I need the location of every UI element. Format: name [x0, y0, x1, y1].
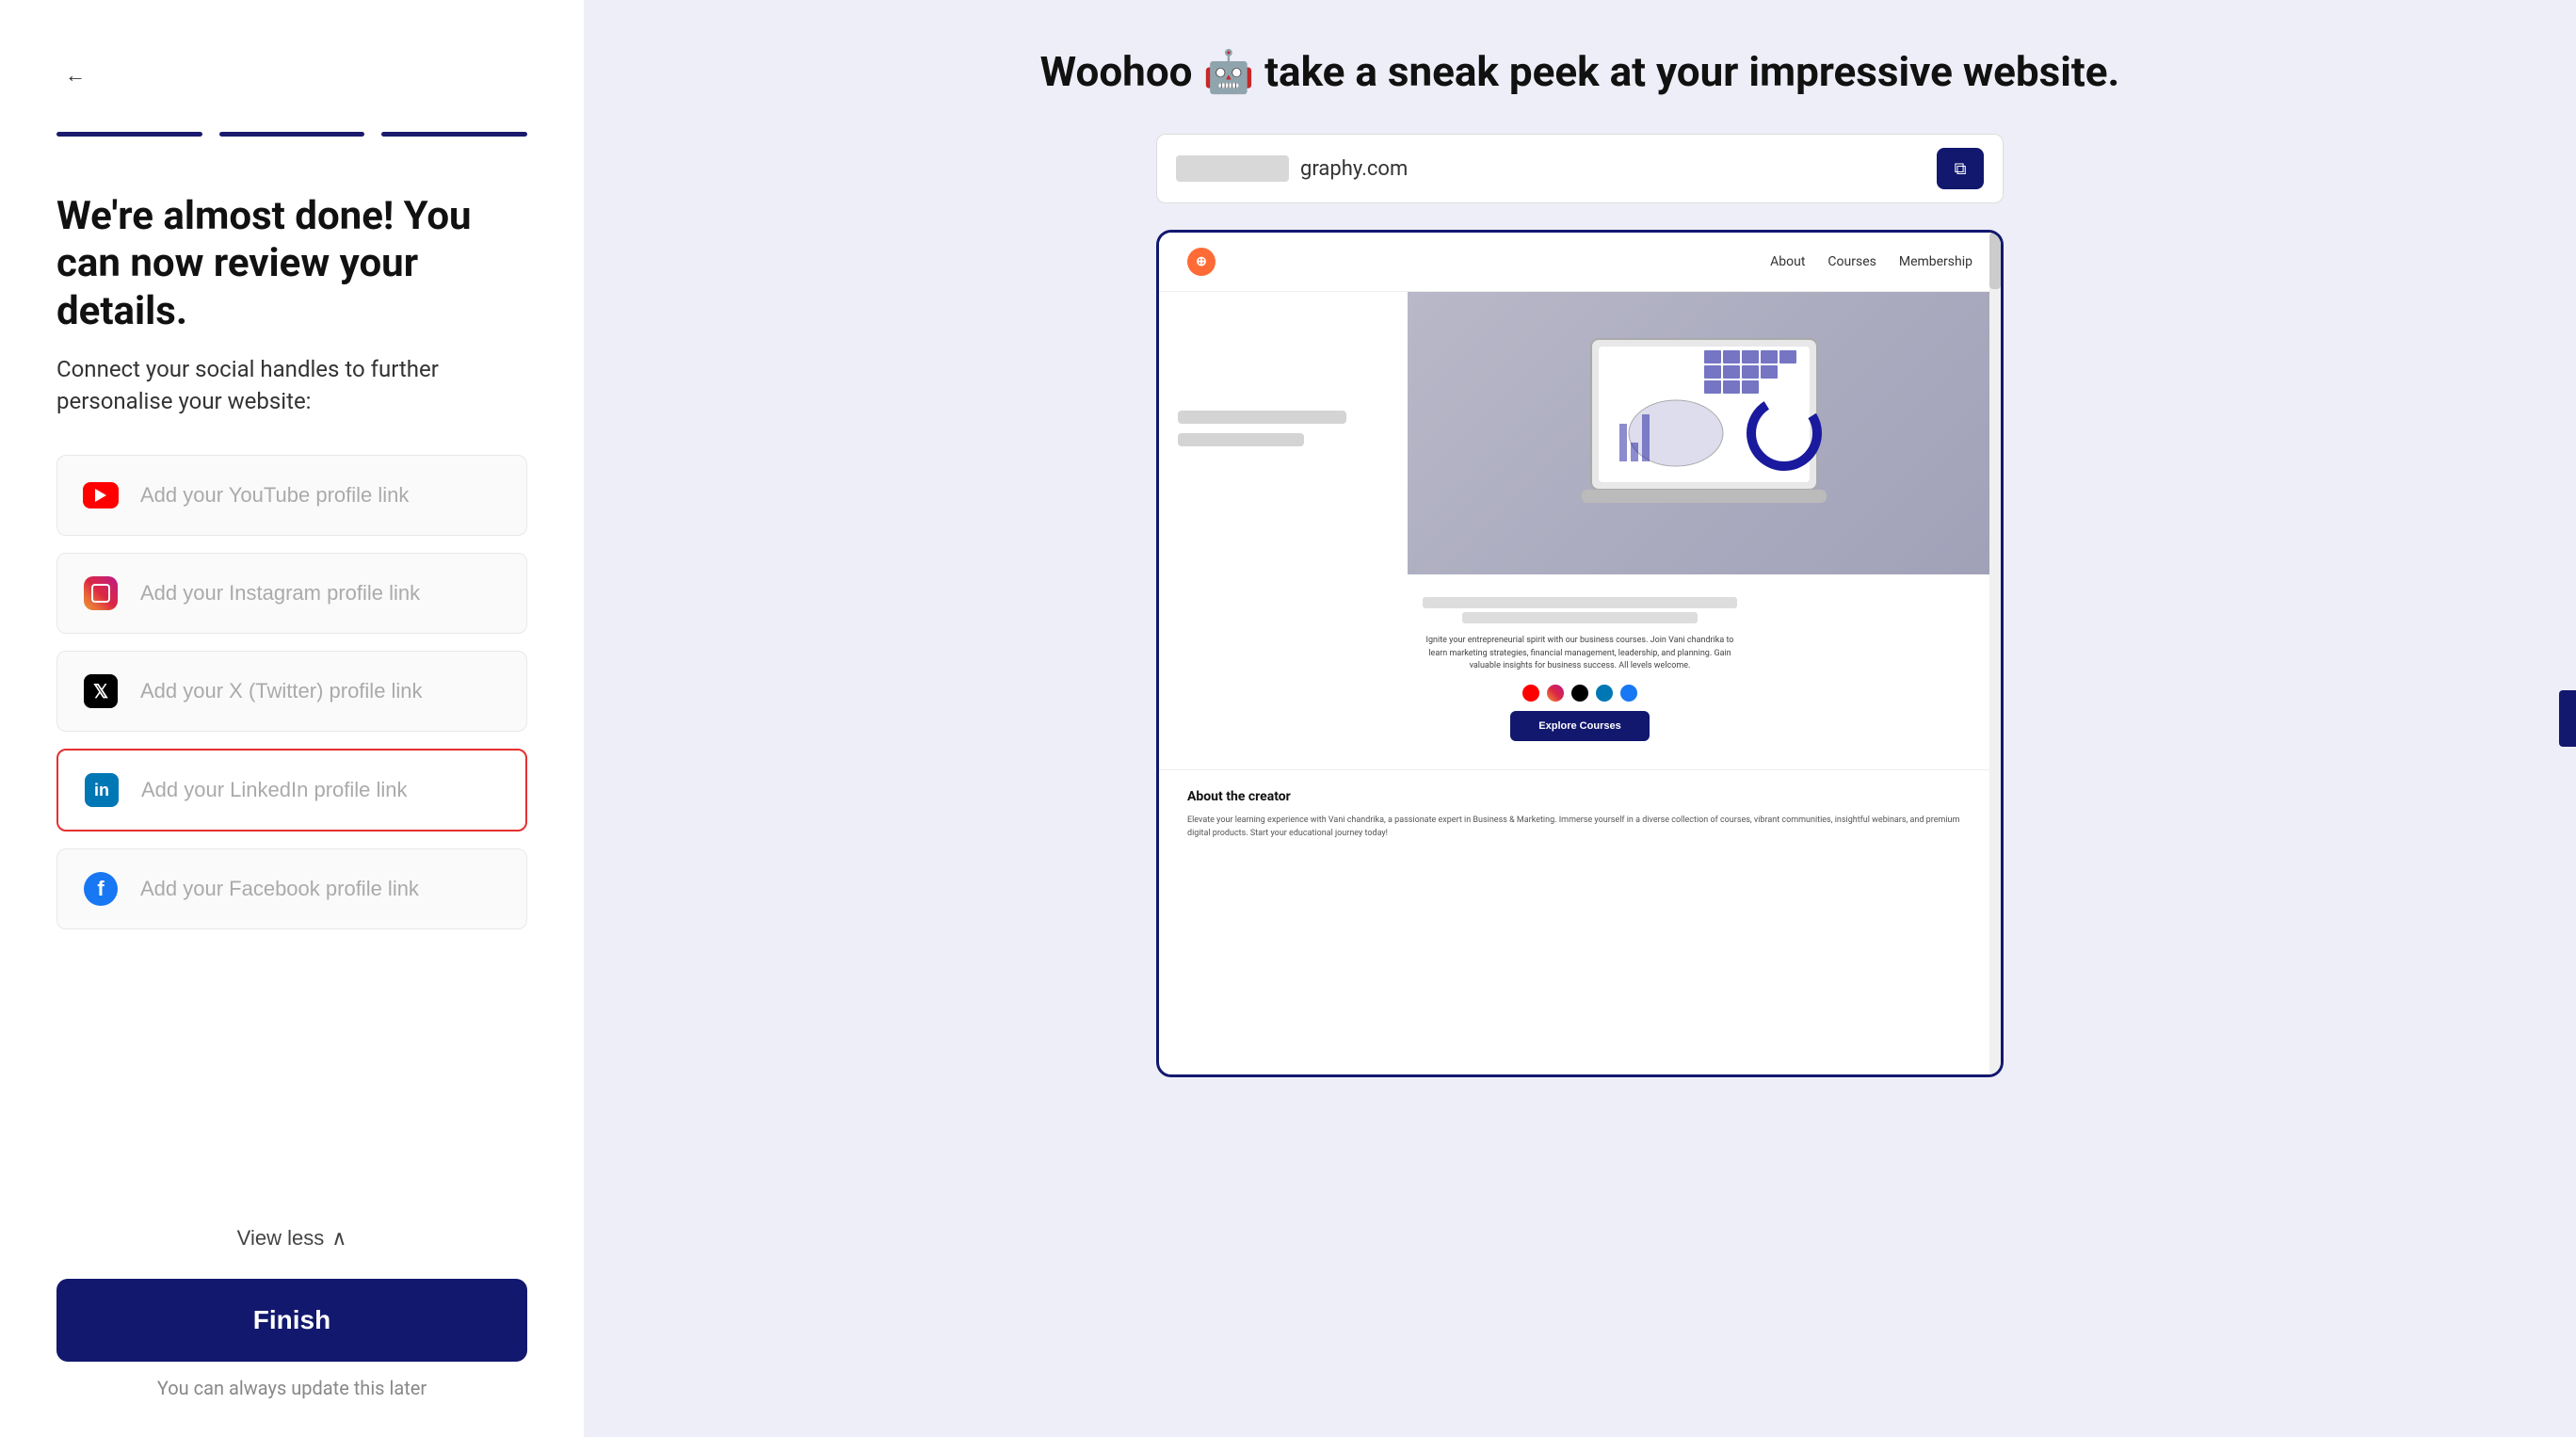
preview-about-section: About the creator Elevate your learning … [1159, 769, 2001, 860]
twitter-input[interactable] [140, 679, 502, 703]
progress-bar [56, 132, 527, 137]
preview-yt-icon [1522, 685, 1539, 702]
linkedin-icon-wrapper: in [83, 771, 121, 809]
instagram-input[interactable] [140, 581, 502, 605]
heading-suffix: take a sneak peek at your impressive web… [1264, 47, 2119, 96]
instagram-social-item[interactable] [56, 553, 527, 634]
website-preview: ⊕ About Courses Membership [1156, 230, 2004, 1077]
preview-ig-icon [1547, 685, 1564, 702]
preview-hero [1159, 292, 2001, 574]
back-button[interactable]: ← [56, 57, 94, 94]
progress-segment-1 [56, 132, 202, 137]
preview-navbar: ⊕ About Courses Membership [1159, 233, 2001, 292]
preview-nav-about: About [1770, 254, 1805, 269]
chevron-up-icon: ∧ [331, 1226, 346, 1251]
preview-explore-button[interactable]: Explore Courses [1510, 711, 1649, 741]
preview-about-text: Elevate your learning experience with Va… [1187, 814, 1972, 841]
right-edge-tab[interactable] [2559, 690, 2576, 747]
view-less-label: View less [237, 1226, 325, 1251]
finish-button[interactable]: Finish [56, 1279, 527, 1362]
laptop-illustration [1563, 330, 1845, 537]
preview-hero-text [1159, 292, 1408, 574]
linkedin-input[interactable] [141, 778, 501, 802]
preview-logo: ⊕ [1187, 248, 1216, 276]
hero-title-placeholder [1178, 411, 1346, 424]
preview-social-icons [1187, 685, 1972, 702]
progress-segment-3 [381, 132, 527, 137]
browser-bar: graphy.com ⧉ [1156, 134, 2004, 203]
social-links-list: 𝕏 in f [56, 455, 527, 1203]
view-less-button[interactable]: View less ∧ [56, 1226, 527, 1251]
youtube-icon [83, 482, 119, 509]
heading-prefix: Woohoo [1040, 47, 1193, 96]
preview-nav-courses: Courses [1827, 254, 1876, 269]
browser-url: graphy.com [1300, 157, 1925, 181]
preview-scrollbar[interactable] [1989, 233, 2001, 1074]
twitter-icon-wrapper: 𝕏 [82, 672, 120, 710]
preview-li-icon [1596, 685, 1613, 702]
linkedin-icon: in [85, 773, 119, 807]
finish-section: Finish You can always update this later [56, 1279, 527, 1399]
preview-about-title: About the creator [1187, 789, 1972, 804]
left-panel: ← We're almost done! You can now review … [0, 0, 584, 1437]
preview-mid-section: Ignite your entrepreneurial spirit with … [1159, 574, 2001, 769]
copy-icon: ⧉ [1955, 159, 1967, 179]
url-prefix-block [1176, 155, 1289, 182]
copy-url-button[interactable]: ⧉ [1937, 148, 1984, 189]
heading-emoji: 🤖 [1202, 47, 1264, 96]
preview-desc: Ignite your entrepreneurial spirit with … [1420, 635, 1740, 673]
preview-nav-links: About Courses Membership [1770, 254, 1972, 269]
youtube-input[interactable] [140, 483, 502, 508]
hero-subtitle-placeholder [1178, 433, 1304, 446]
x-twitter-icon: 𝕏 [84, 674, 118, 708]
facebook-social-item[interactable]: f [56, 848, 527, 929]
twitter-social-item[interactable]: 𝕏 [56, 651, 527, 732]
cta-bar-2 [1462, 612, 1698, 623]
youtube-social-item[interactable] [56, 455, 527, 536]
cta-bar-1 [1423, 597, 1737, 608]
preview-scrollbar-thumb [1989, 233, 2001, 289]
page-title: We're almost done! You can now review yo… [56, 193, 527, 335]
preview-x-icon [1571, 685, 1588, 702]
facebook-input[interactable] [140, 877, 502, 901]
right-heading: Woohoo 🤖 take a sneak peek at your impre… [1040, 47, 2120, 96]
update-note: You can always update this later [56, 1377, 527, 1399]
linkedin-social-item[interactable]: in [56, 749, 527, 832]
page-subheading: Connect your social handles to further p… [56, 354, 527, 417]
instagram-icon-wrapper [82, 574, 120, 612]
instagram-icon [84, 576, 118, 610]
facebook-icon-wrapper: f [82, 870, 120, 908]
progress-segment-2 [219, 132, 365, 137]
facebook-icon: f [84, 872, 118, 906]
preview-nav-membership: Membership [1899, 254, 1972, 269]
right-panel: Woohoo 🤖 take a sneak peek at your impre… [584, 0, 2576, 1437]
youtube-icon-wrapper [82, 476, 120, 514]
preview-fb-icon [1620, 685, 1637, 702]
preview-hero-image [1408, 292, 2001, 574]
